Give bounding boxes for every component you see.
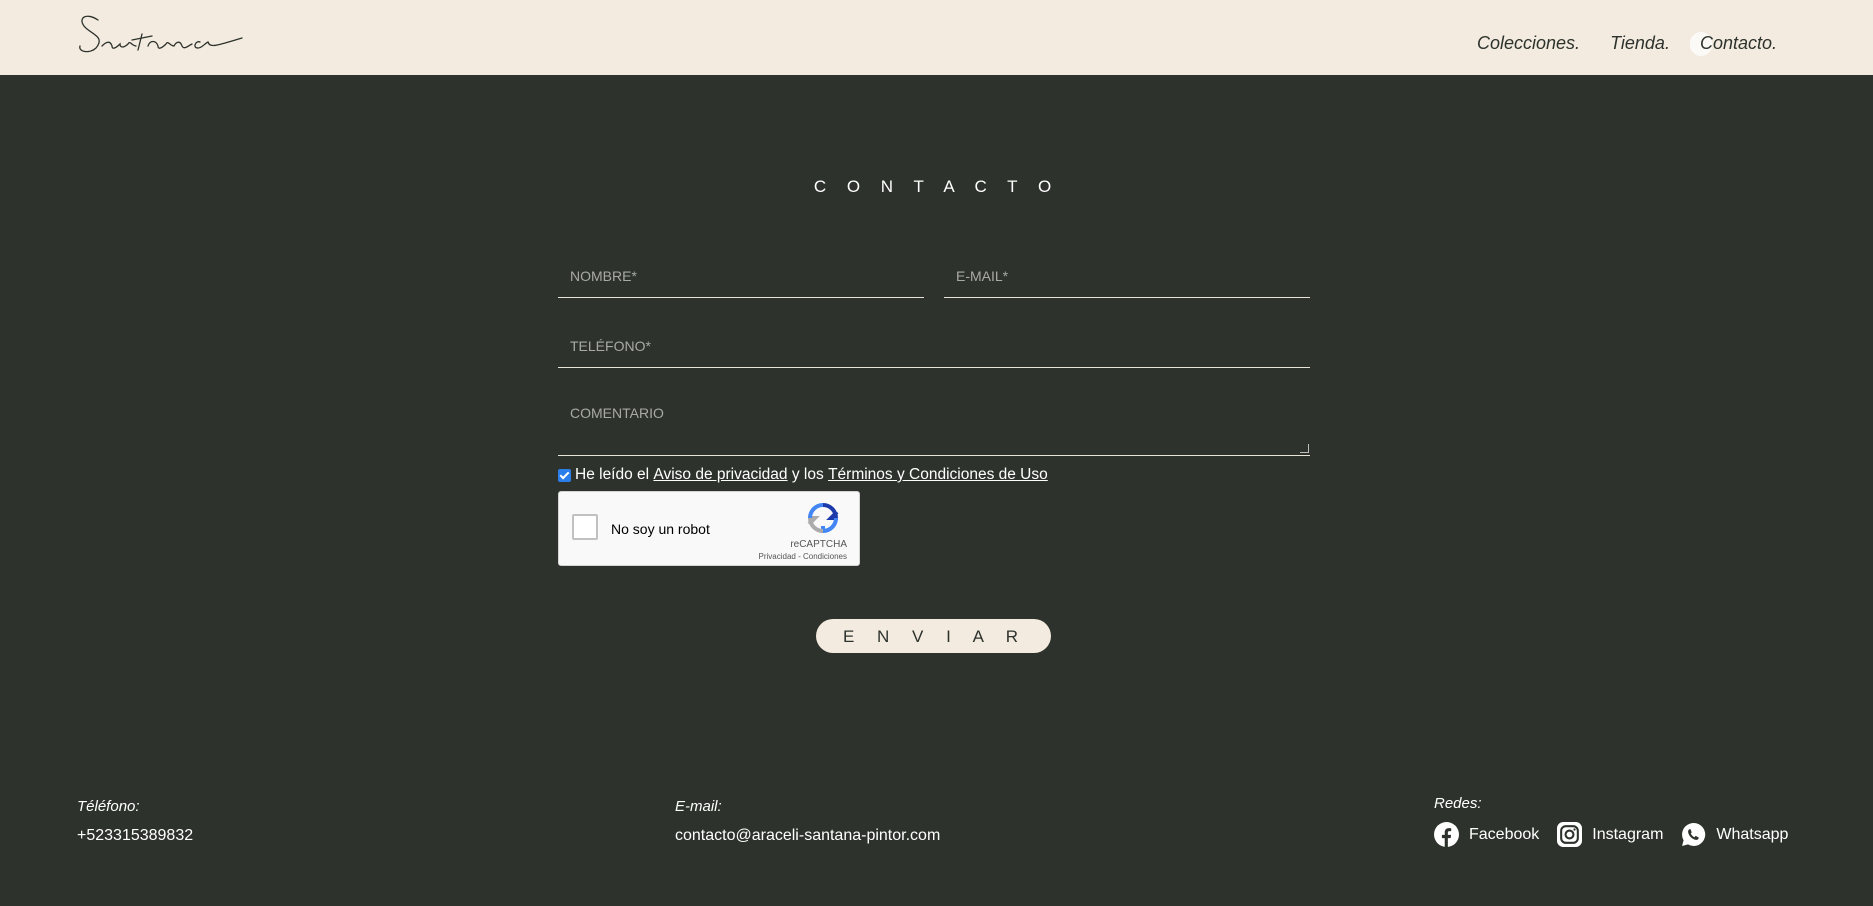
telefono-field[interactable] bbox=[558, 325, 1310, 367]
recaptcha-label: No soy un robot bbox=[611, 521, 710, 537]
whatsapp-label: Whatsapp bbox=[1716, 825, 1789, 843]
nav-tienda[interactable]: Tienda. bbox=[1610, 33, 1670, 54]
instagram-label: Instagram bbox=[1592, 825, 1664, 843]
main-nav: Colecciones. Tienda. Contacto. bbox=[1477, 32, 1777, 56]
phone-label: Téléfono: bbox=[77, 798, 140, 815]
email-field-wrapper bbox=[944, 255, 1310, 298]
consent-middle: y los bbox=[791, 466, 824, 483]
comentario-field[interactable] bbox=[558, 393, 1310, 455]
email-label: E-mail: bbox=[675, 798, 722, 815]
instagram-icon bbox=[1557, 822, 1583, 847]
logo-signature-icon bbox=[79, 15, 243, 53]
recaptcha-logo-icon bbox=[807, 503, 839, 534]
email-field[interactable] bbox=[944, 255, 1310, 297]
enviar-button[interactable]: E N V I A R bbox=[816, 619, 1051, 653]
facebook-icon bbox=[1434, 822, 1459, 847]
facebook-link[interactable]: Facebook bbox=[1434, 822, 1539, 847]
whatsapp-link[interactable]: Whatsapp bbox=[1681, 822, 1788, 847]
santana-logo[interactable] bbox=[76, 6, 244, 58]
recaptcha-checkbox[interactable] bbox=[572, 514, 598, 540]
recaptcha-widget: No soy un robot reCAPTCHA Privacidad - C… bbox=[558, 491, 860, 566]
consent-checkbox[interactable] bbox=[558, 468, 571, 482]
facebook-label: Facebook bbox=[1469, 825, 1540, 843]
resize-handle-icon[interactable] bbox=[1300, 444, 1309, 453]
telefono-field-wrapper bbox=[558, 325, 1310, 368]
recaptcha-brand: reCAPTCHA bbox=[790, 539, 847, 550]
contact-title: C O N T A C T O bbox=[813, 177, 1060, 196]
social-label: Redes: bbox=[1434, 795, 1482, 812]
privacy-link[interactable]: Aviso de privacidad bbox=[653, 466, 787, 484]
whatsapp-icon bbox=[1682, 823, 1706, 846]
phone-value[interactable]: +523315389832 bbox=[77, 827, 193, 845]
nav-contacto[interactable]: Contacto. bbox=[1689, 32, 1777, 56]
terms-link[interactable]: Términos y Condiciones de Uso bbox=[828, 466, 1048, 484]
email-value[interactable]: contacto@araceli-santana-pintor.com bbox=[675, 827, 940, 845]
consent-row: He leído el Aviso de privacidad y los Té… bbox=[558, 466, 1048, 484]
recaptcha-links[interactable]: Privacidad - Condiciones bbox=[759, 552, 848, 561]
comentario-field-wrapper bbox=[558, 393, 1310, 456]
consent-prefix: He leído el bbox=[575, 466, 650, 483]
site-header: Colecciones. Tienda. Contacto. bbox=[0, 0, 1873, 75]
instagram-link[interactable]: Instagram bbox=[1557, 822, 1663, 847]
nombre-field-wrapper bbox=[558, 255, 924, 298]
nombre-field[interactable] bbox=[558, 255, 924, 297]
nav-colecciones[interactable]: Colecciones. bbox=[1477, 33, 1580, 54]
social-links: Facebook Instagram Whatsapp bbox=[1434, 822, 1788, 847]
